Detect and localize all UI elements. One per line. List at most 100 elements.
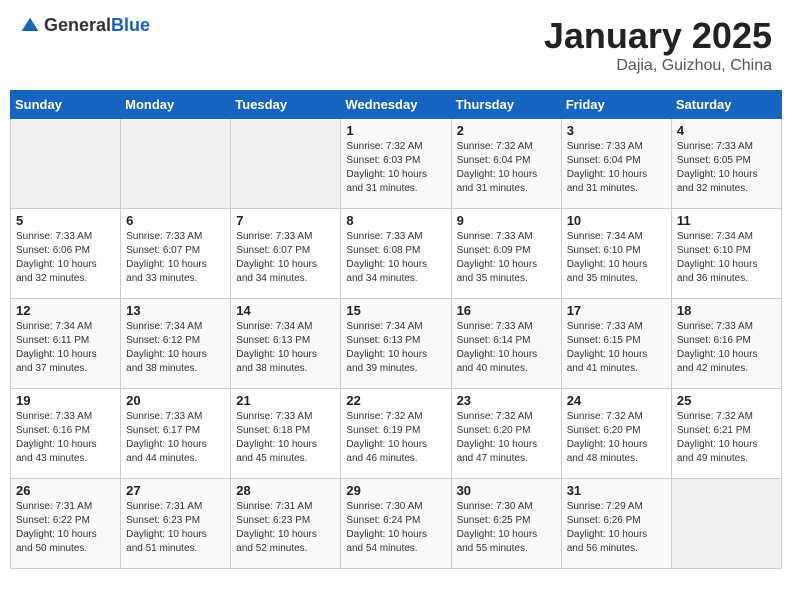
day-number: 2: [457, 123, 556, 138]
day-number: 13: [126, 303, 225, 318]
calendar-cell: 23 Sunrise: 7:32 AMSunset: 6:20 PMDayligh…: [451, 389, 561, 479]
logo-text-general: General: [44, 15, 111, 35]
day-info: Sunrise: 7:33 AMSunset: 6:17 PMDaylight:…: [126, 410, 225, 466]
day-number: 22: [346, 393, 445, 408]
day-info: Sunrise: 7:33 AMSunset: 6:16 PMDaylight:…: [677, 320, 776, 376]
day-info: Sunrise: 7:33 AMSunset: 6:09 PMDaylight:…: [457, 230, 556, 286]
day-info: Sunrise: 7:32 AMSunset: 6:03 PMDaylight:…: [346, 140, 445, 196]
calendar-cell: 3 Sunrise: 7:33 AMSunset: 6:04 PMDaylight…: [561, 119, 671, 209]
day-info: Sunrise: 7:31 AMSunset: 6:23 PMDaylight:…: [236, 500, 335, 556]
calendar-cell: 2 Sunrise: 7:32 AMSunset: 6:04 PMDaylight…: [451, 119, 561, 209]
day-number: 7: [236, 213, 335, 228]
title-block: January 2025 Dajia, Guizhou, China: [544, 15, 772, 75]
day-info: Sunrise: 7:34 AMSunset: 6:13 PMDaylight:…: [236, 320, 335, 376]
day-info: Sunrise: 7:31 AMSunset: 6:23 PMDaylight:…: [126, 500, 225, 556]
day-number: 20: [126, 393, 225, 408]
day-info: Sunrise: 7:33 AMSunset: 6:07 PMDaylight:…: [236, 230, 335, 286]
day-number: 26: [16, 483, 115, 498]
calendar-table: SundayMondayTuesdayWednesdayThursdayFrid…: [10, 90, 782, 569]
day-number: 11: [677, 213, 776, 228]
logo-icon: [20, 16, 40, 36]
day-number: 5: [16, 213, 115, 228]
weekday-header-wednesday: Wednesday: [341, 91, 451, 119]
day-number: 23: [457, 393, 556, 408]
month-year-title: January 2025: [544, 15, 772, 57]
day-number: 24: [567, 393, 666, 408]
calendar-cell: 29 Sunrise: 7:30 AMSunset: 6:24 PMDayligh…: [341, 479, 451, 569]
calendar-cell: 16Sunrise: 7:33 AMSunset: 6:14 PMDayligh…: [451, 299, 561, 389]
calendar-cell: 6 Sunrise: 7:33 AMSunset: 6:07 PMDaylight…: [121, 209, 231, 299]
day-number: 21: [236, 393, 335, 408]
calendar-cell: 11 Sunrise: 7:34 AMSunset: 6:10 PMDayligh…: [671, 209, 781, 299]
weekday-header-tuesday: Tuesday: [231, 91, 341, 119]
day-info: Sunrise: 7:32 AMSunset: 6:20 PMDaylight:…: [457, 410, 556, 466]
day-number: 29: [346, 483, 445, 498]
calendar-week-row: 5 Sunrise: 7:33 AMSunset: 6:06 PMDaylight…: [11, 209, 782, 299]
weekday-header-sunday: Sunday: [11, 91, 121, 119]
calendar-cell: 21Sunrise: 7:33 AMSunset: 6:18 PMDayligh…: [231, 389, 341, 479]
day-info: Sunrise: 7:33 AMSunset: 6:16 PMDaylight:…: [16, 410, 115, 466]
day-info: Sunrise: 7:30 AMSunset: 6:24 PMDaylight:…: [346, 500, 445, 556]
logo-text-blue: Blue: [111, 15, 150, 35]
calendar-week-row: 1 Sunrise: 7:32 AMSunset: 6:03 PMDaylight…: [11, 119, 782, 209]
day-info: Sunrise: 7:33 AMSunset: 6:15 PMDaylight:…: [567, 320, 666, 376]
calendar-cell: 22 Sunrise: 7:32 AMSunset: 6:19 PMDayligh…: [341, 389, 451, 479]
calendar-cell: 30Sunrise: 7:30 AMSunset: 6:25 PMDayligh…: [451, 479, 561, 569]
calendar-week-row: 12 Sunrise: 7:34 AMSunset: 6:11 PMDayligh…: [11, 299, 782, 389]
calendar-cell: 5 Sunrise: 7:33 AMSunset: 6:06 PMDaylight…: [11, 209, 121, 299]
day-info: Sunrise: 7:32 AMSunset: 6:21 PMDaylight:…: [677, 410, 776, 466]
calendar-cell: [121, 119, 231, 209]
day-info: Sunrise: 7:32 AMSunset: 6:20 PMDaylight:…: [567, 410, 666, 466]
day-number: 4: [677, 123, 776, 138]
day-number: 16: [457, 303, 556, 318]
day-info: Sunrise: 7:34 AMSunset: 6:10 PMDaylight:…: [677, 230, 776, 286]
day-number: 27: [126, 483, 225, 498]
calendar-cell: 9Sunrise: 7:33 AMSunset: 6:09 PMDaylight…: [451, 209, 561, 299]
day-info: Sunrise: 7:29 AMSunset: 6:26 PMDaylight:…: [567, 500, 666, 556]
day-info: Sunrise: 7:33 AMSunset: 6:05 PMDaylight:…: [677, 140, 776, 196]
day-number: 15: [346, 303, 445, 318]
day-info: Sunrise: 7:30 AMSunset: 6:25 PMDaylight:…: [457, 500, 556, 556]
day-info: Sunrise: 7:33 AMSunset: 6:06 PMDaylight:…: [16, 230, 115, 286]
calendar-cell: 24 Sunrise: 7:32 AMSunset: 6:20 PMDayligh…: [561, 389, 671, 479]
calendar-cell: [671, 479, 781, 569]
day-info: Sunrise: 7:32 AMSunset: 6:04 PMDaylight:…: [457, 140, 556, 196]
day-info: Sunrise: 7:33 AMSunset: 6:04 PMDaylight:…: [567, 140, 666, 196]
calendar-cell: 13Sunrise: 7:34 AMSunset: 6:12 PMDayligh…: [121, 299, 231, 389]
calendar-cell: 8 Sunrise: 7:33 AMSunset: 6:08 PMDaylight…: [341, 209, 451, 299]
day-number: 12: [16, 303, 115, 318]
day-number: 14: [236, 303, 335, 318]
calendar-week-row: 26 Sunrise: 7:31 AMSunset: 6:22 PMDayligh…: [11, 479, 782, 569]
location-subtitle: Dajia, Guizhou, China: [544, 57, 772, 75]
logo: GeneralBlue: [20, 15, 150, 36]
calendar-cell: 14 Sunrise: 7:34 AMSunset: 6:13 PMDayligh…: [231, 299, 341, 389]
day-number: 17: [567, 303, 666, 318]
day-number: 6: [126, 213, 225, 228]
day-info: Sunrise: 7:33 AMSunset: 6:07 PMDaylight:…: [126, 230, 225, 286]
calendar-cell: [11, 119, 121, 209]
day-number: 19: [16, 393, 115, 408]
day-number: 8: [346, 213, 445, 228]
calendar-cell: 4 Sunrise: 7:33 AMSunset: 6:05 PMDaylight…: [671, 119, 781, 209]
calendar-cell: 12 Sunrise: 7:34 AMSunset: 6:11 PMDayligh…: [11, 299, 121, 389]
calendar-cell: [231, 119, 341, 209]
day-number: 28: [236, 483, 335, 498]
weekday-header-saturday: Saturday: [671, 91, 781, 119]
calendar-cell: 19 Sunrise: 7:33 AMSunset: 6:16 PMDayligh…: [11, 389, 121, 479]
weekday-header-row: SundayMondayTuesdayWednesdayThursdayFrid…: [11, 91, 782, 119]
page-header: GeneralBlue January 2025 Dajia, Guizhou,…: [10, 10, 782, 80]
day-info: Sunrise: 7:34 AMSunset: 6:11 PMDaylight:…: [16, 320, 115, 376]
day-number: 3: [567, 123, 666, 138]
calendar-cell: 15Sunrise: 7:34 AMSunset: 6:13 PMDayligh…: [341, 299, 451, 389]
calendar-cell: 18Sunrise: 7:33 AMSunset: 6:16 PMDayligh…: [671, 299, 781, 389]
weekday-header-friday: Friday: [561, 91, 671, 119]
day-info: Sunrise: 7:31 AMSunset: 6:22 PMDaylight:…: [16, 500, 115, 556]
calendar-cell: 7 Sunrise: 7:33 AMSunset: 6:07 PMDaylight…: [231, 209, 341, 299]
day-info: Sunrise: 7:32 AMSunset: 6:19 PMDaylight:…: [346, 410, 445, 466]
day-number: 1: [346, 123, 445, 138]
calendar-cell: 10Sunrise: 7:34 AMSunset: 6:10 PMDayligh…: [561, 209, 671, 299]
day-number: 31: [567, 483, 666, 498]
calendar-cell: 1 Sunrise: 7:32 AMSunset: 6:03 PMDaylight…: [341, 119, 451, 209]
day-info: Sunrise: 7:33 AMSunset: 6:08 PMDaylight:…: [346, 230, 445, 286]
weekday-header-thursday: Thursday: [451, 91, 561, 119]
